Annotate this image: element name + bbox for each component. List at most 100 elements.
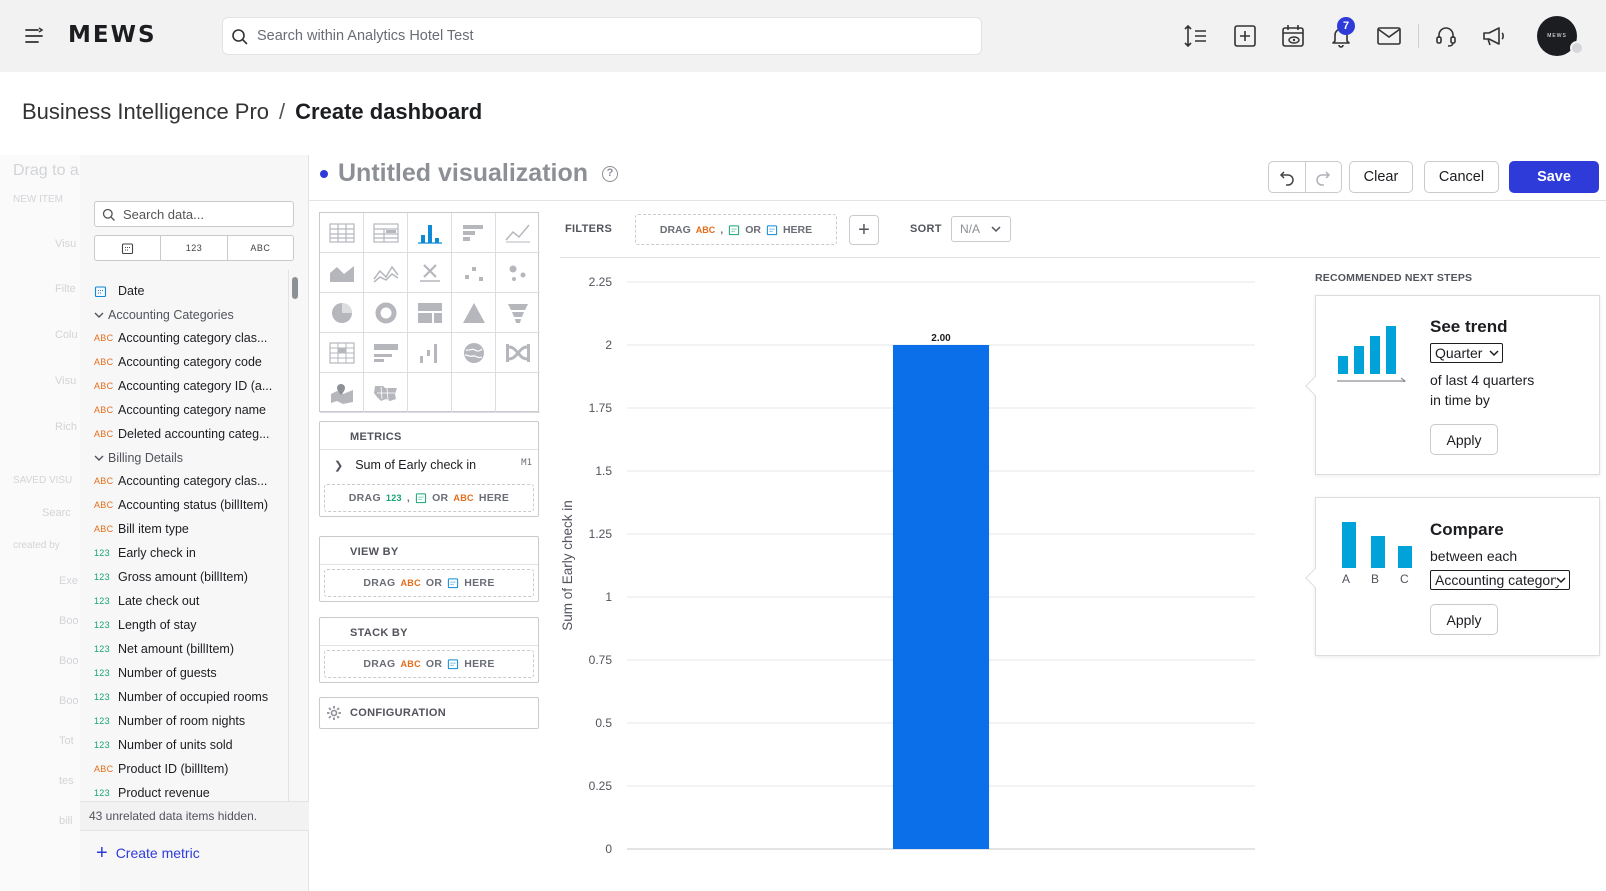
global-search-input[interactable] (257, 18, 957, 54)
compare-letter: C (1400, 572, 1409, 586)
help-icon[interactable]: ? (602, 166, 618, 182)
filters-dropzone[interactable]: DRAG ABC , OR HERE (635, 214, 837, 245)
chevron-right-icon[interactable]: ❯ (334, 459, 343, 472)
data-item[interactable]: ABC Accounting status (billItem) (94, 493, 294, 517)
data-item[interactable]: 123 Number of occupied rooms (94, 685, 294, 709)
pyramid-icon (462, 302, 486, 324)
add-square-icon[interactable] (1231, 22, 1259, 50)
configuration-toggle[interactable]: CONFIGURATION (319, 697, 539, 729)
data-item[interactable]: 123 Number of guests (94, 661, 294, 685)
data-item[interactable]: 123 Gross amount (billItem) (94, 565, 294, 589)
cancel-button[interactable]: Cancel (1424, 161, 1499, 193)
dropzone-text: , (720, 223, 724, 236)
data-item[interactable]: ABC Accounting category ID (a... (94, 374, 294, 398)
chart-type-area[interactable] (320, 253, 364, 293)
data-item[interactable]: ABC Accounting category name (94, 398, 294, 422)
mews-logo[interactable]: MEWS (68, 22, 157, 48)
chart-type-geo-area[interactable] (364, 373, 408, 413)
data-item-label: Length of stay (118, 618, 197, 632)
chart-type-column[interactable] (408, 213, 452, 253)
stack-by-dropzone[interactable]: DRAG ABC OR HERE (324, 650, 534, 678)
calendar-icon (94, 285, 118, 298)
chart-type-bubble[interactable] (496, 253, 540, 293)
chart-type-sankey[interactable] (496, 333, 540, 373)
undo-button[interactable] (1269, 162, 1306, 192)
megaphone-icon[interactable] (1480, 22, 1508, 50)
data-item[interactable]: ABC Accounting category code (94, 350, 294, 374)
mail-icon[interactable] (1375, 22, 1403, 50)
data-item[interactable]: ABC Bill item type (94, 517, 294, 541)
trend-period-select[interactable]: Quarter (1430, 343, 1503, 363)
sort-lines-icon[interactable] (1182, 22, 1210, 50)
compare-apply-button[interactable]: Apply (1430, 604, 1498, 635)
numeric-tag: 123 (385, 493, 402, 503)
chart-type-geo-pushpin[interactable] (320, 373, 364, 413)
y-tick-label: 0.25 (589, 779, 613, 793)
metric-item[interactable]: ❯ Sum of Early check in M1 (320, 450, 538, 480)
global-search[interactable] (222, 17, 982, 55)
chart-type-table[interactable] (320, 213, 364, 253)
ghost-text: bill (59, 815, 73, 827)
chart-type-bar[interactable] (452, 213, 496, 253)
chart-type-scatter[interactable] (452, 253, 496, 293)
chart-type-pyramid[interactable] (452, 293, 496, 333)
filter-date-button[interactable] (95, 236, 162, 260)
sort-select[interactable]: N/A (951, 216, 1011, 242)
data-item[interactable]: 123 Number of units sold (94, 733, 294, 757)
data-item[interactable]: ABC Accounting category clas... (94, 469, 294, 493)
text-type-tag: ABC (94, 429, 114, 439)
chart-type-funnel[interactable] (496, 293, 540, 333)
chart-type-headline[interactable] (408, 253, 452, 293)
filter-text-button[interactable]: ABC (228, 236, 293, 260)
data-item-label: Number of guests (118, 666, 217, 680)
undo-icon (1278, 168, 1296, 186)
trend-apply-button[interactable]: Apply (1430, 424, 1498, 455)
breadcrumb-parent[interactable]: Business Intelligence Pro (22, 99, 269, 124)
chevron-down-icon (990, 223, 1002, 235)
chart-type-treemap[interactable] (408, 293, 452, 333)
region-map-icon (373, 382, 399, 404)
data-group-header[interactable]: Accounting Categories (94, 303, 294, 326)
create-metric-button[interactable]: + Create metric (96, 841, 200, 865)
data-item-label: Product ID (billItem) (118, 762, 229, 776)
data-group-header[interactable]: Billing Details (94, 446, 294, 469)
chart-type-pivot[interactable] (364, 213, 408, 253)
chart-type-line[interactable] (496, 213, 540, 253)
calendar-eye-icon[interactable] (1279, 22, 1307, 50)
redo-button[interactable] (1306, 162, 1342, 192)
data-item[interactable]: 123 Early check in (94, 541, 294, 565)
filter-numeric-button[interactable]: 123 (161, 236, 228, 260)
compare-attribute-value: Accounting category (1435, 572, 1562, 588)
data-item[interactable]: 123 Net amount (billItem) (94, 637, 294, 661)
chart-type-heatmap[interactable] (320, 333, 364, 373)
chart-type-bullet[interactable] (364, 333, 408, 373)
data-item[interactable]: 123 Late check out (94, 589, 294, 613)
chart-type-geo[interactable] (452, 333, 496, 373)
metrics-dropzone[interactable]: DRAG 123 , OR ABC HERE (324, 484, 534, 512)
headset-icon[interactable] (1432, 22, 1460, 50)
chart-type-waterfall[interactable] (408, 333, 452, 373)
chart-type-donut[interactable] (364, 293, 408, 333)
data-item[interactable]: 123 Length of stay (94, 613, 294, 637)
data-search[interactable] (94, 201, 294, 227)
save-button[interactable]: Save (1509, 161, 1599, 193)
chart-type-pie[interactable] (320, 293, 364, 333)
compare-heading: Compare (1430, 520, 1504, 539)
menu-icon[interactable] (24, 25, 44, 47)
view-by-dropzone[interactable]: DRAG ABC OR HERE (324, 569, 534, 597)
column-chart[interactable]: 0 0.25 0.5 0.75 1 1.25 1.5 1.75 2 2.25 Sum of Earl… (560, 265, 1290, 891)
data-item[interactable]: ABC Deleted accounting categ... (94, 422, 294, 446)
data-item[interactable]: 123 Number of room nights (94, 709, 294, 733)
data-search-input[interactable] (123, 202, 288, 226)
calendar-icon (415, 492, 427, 504)
add-filter-button[interactable]: + (849, 215, 879, 245)
clear-button[interactable]: Clear (1349, 161, 1413, 193)
compare-attribute-select[interactable]: Accounting category (1430, 570, 1570, 590)
chart-bar[interactable] (892, 345, 990, 849)
visualization-title[interactable]: Untitled visualization (338, 159, 588, 188)
data-item-label: Accounting category ID (a... (118, 379, 273, 393)
chart-type-combo[interactable] (364, 253, 408, 293)
data-item[interactable]: ABC Product ID (billItem) (94, 757, 294, 781)
data-item[interactable]: Date (94, 279, 294, 303)
data-item[interactable]: ABC Accounting category clas... (94, 326, 294, 350)
